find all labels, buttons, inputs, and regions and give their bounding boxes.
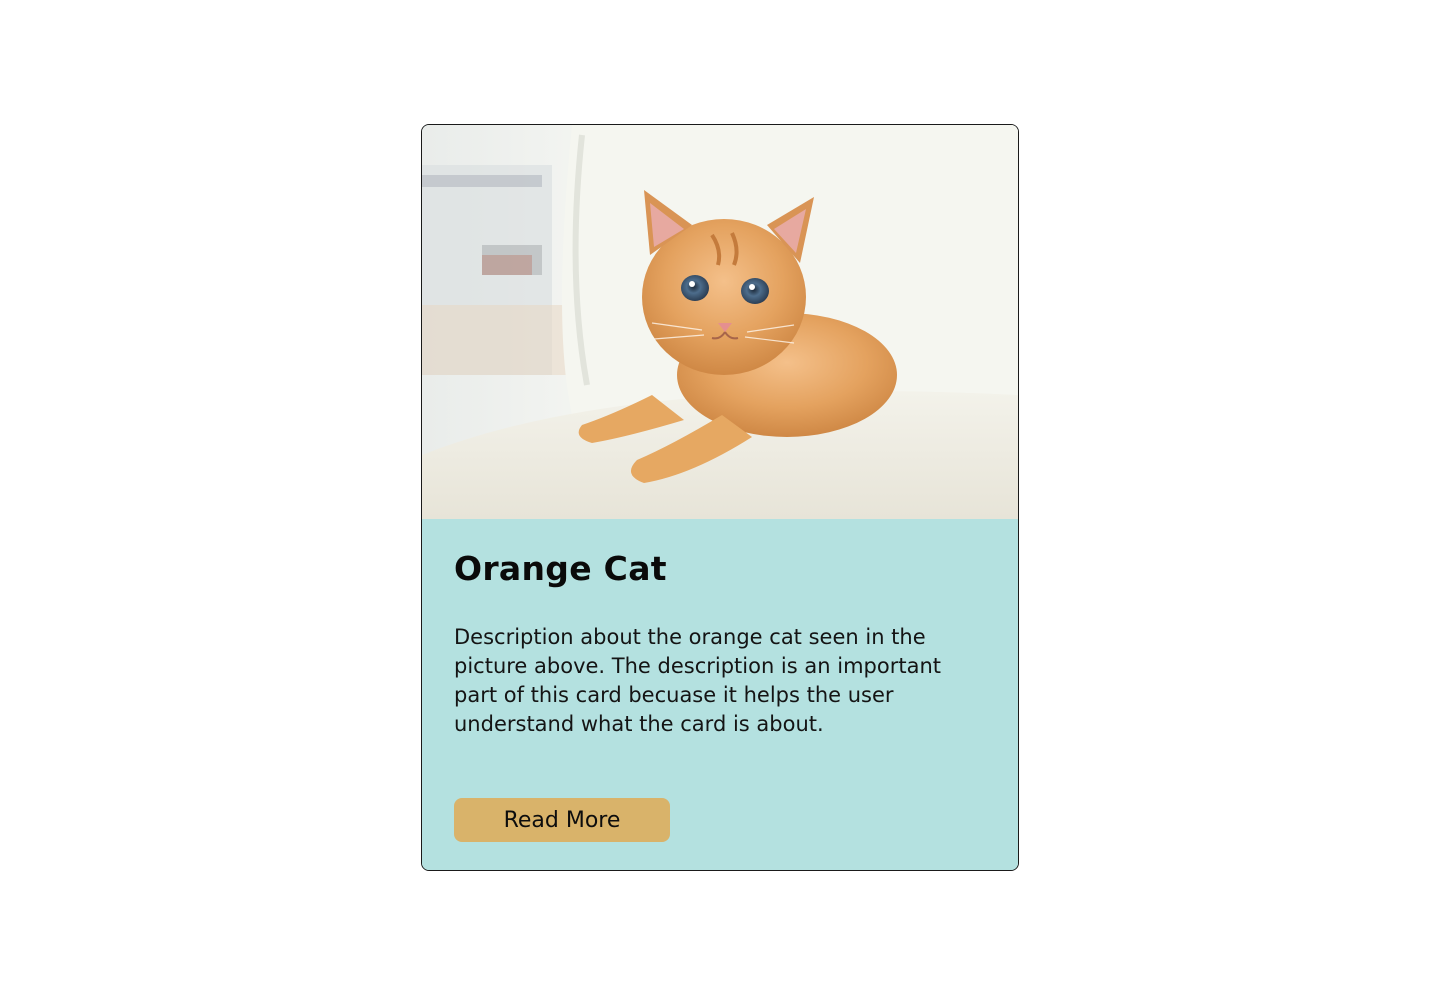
card-body: Orange Cat Description about the orange … [422,519,1018,870]
cat-card: Orange Cat Description about the orange … [421,124,1019,871]
read-more-button[interactable]: Read More [454,798,670,842]
card-description: Description about the orange cat seen in… [454,625,941,736]
kitten-photo [422,125,1018,519]
card-title: Orange Cat [454,549,667,588]
